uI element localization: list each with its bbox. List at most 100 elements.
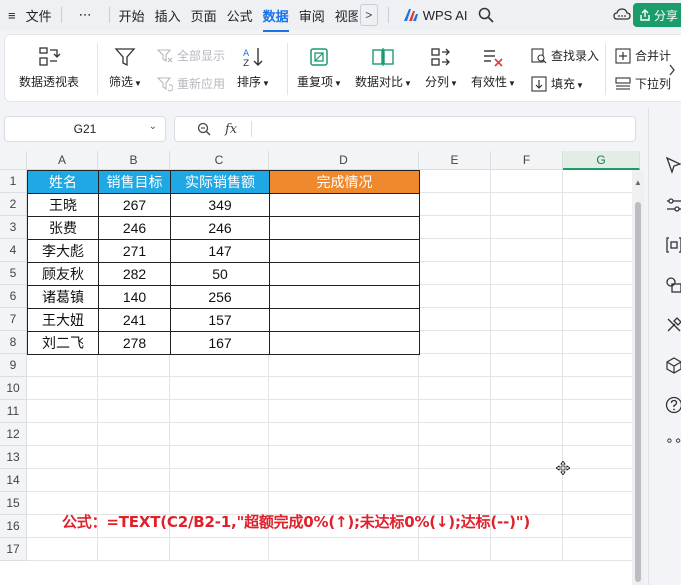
data-cell-D8[interactable] [269, 331, 420, 355]
vertical-scrollbar[interactable]: ▲ [632, 170, 644, 585]
data-cell-C2[interactable]: 349 [170, 193, 270, 217]
cell-D9[interactable] [269, 354, 419, 377]
cell-E10[interactable] [419, 377, 491, 400]
cell-C11[interactable] [170, 400, 269, 423]
cell-G13[interactable] [563, 446, 640, 469]
data-cell-C7[interactable]: 157 [170, 308, 270, 332]
validity-button[interactable]: 有效性▼ [471, 45, 516, 90]
cell-F5[interactable] [491, 262, 563, 285]
cell-C9[interactable] [170, 354, 269, 377]
data-cell-C3[interactable]: 246 [170, 216, 270, 240]
more-options-icon[interactable]: ∘∘ [665, 432, 681, 450]
row-header-14[interactable]: 14 [0, 469, 27, 492]
cell-E17[interactable] [419, 538, 491, 561]
row-header-17[interactable]: 17 [0, 538, 27, 561]
duplicates-button[interactable]: 重复项▼ [297, 45, 342, 90]
cell-C13[interactable] [170, 446, 269, 469]
data-cell-D3[interactable] [269, 216, 420, 240]
data-cell-C4[interactable]: 147 [170, 239, 270, 263]
data-cell-B4[interactable]: 271 [98, 239, 171, 263]
cell-B10[interactable] [98, 377, 170, 400]
cell-D17[interactable] [269, 538, 419, 561]
cell-G14[interactable] [563, 469, 640, 492]
data-cell-A2[interactable]: 王晓 [27, 193, 99, 217]
header-cell-D[interactable]: 完成情况 [269, 170, 420, 194]
file-menu[interactable]: 文件 [21, 6, 57, 25]
row-header-7[interactable]: 7 [0, 308, 27, 331]
formula-bar[interactable]: fx [174, 116, 636, 142]
cell-C12[interactable] [170, 423, 269, 446]
tools-icon[interactable] [665, 316, 681, 334]
cell-D14[interactable] [269, 469, 419, 492]
cell-F6[interactable] [491, 285, 563, 308]
cell-D10[interactable] [269, 377, 419, 400]
cell-A17[interactable] [27, 538, 98, 561]
select-all-corner[interactable] [0, 151, 27, 170]
data-cell-B2[interactable]: 267 [98, 193, 171, 217]
cell-G15[interactable] [563, 492, 640, 515]
data-cell-D5[interactable] [269, 262, 420, 286]
cell-C17[interactable] [170, 538, 269, 561]
cell-G10[interactable] [563, 377, 640, 400]
tab-view[interactable]: 视图 [330, 6, 358, 25]
cell-F14[interactable] [491, 469, 563, 492]
cell-F17[interactable] [491, 538, 563, 561]
cell-G12[interactable] [563, 423, 640, 446]
column-header-C[interactable]: C [170, 151, 269, 170]
cell-F2[interactable] [491, 193, 563, 216]
more-menu[interactable]: ⋯ [74, 7, 97, 23]
pivot-table-button[interactable]: 数据透视表 [19, 45, 79, 90]
tab-page[interactable]: 页面 [186, 6, 222, 25]
cell-F1[interactable] [491, 170, 563, 193]
name-box[interactable]: G21 ⌄ [4, 116, 166, 142]
row-header-12[interactable]: 12 [0, 423, 27, 446]
cell-F8[interactable] [491, 331, 563, 354]
cell-A10[interactable] [27, 377, 98, 400]
find-entry-button[interactable]: 查找录入 [531, 47, 599, 64]
tab-review[interactable]: 审阅 [294, 6, 330, 25]
spreadsheet-grid[interactable]: A B C D E F G 1 2 3 4 5 6 7 8 9 10 11 12 13 14 15 16 17 姓名 销售目标 实际… [0, 151, 640, 585]
select-pointer-icon[interactable] [665, 156, 681, 174]
column-header-E[interactable]: E [419, 151, 491, 170]
cell-G17[interactable] [563, 538, 640, 561]
row-header-13[interactable]: 13 [0, 446, 27, 469]
column-header-B[interactable]: B [98, 151, 170, 170]
cell-F12[interactable] [491, 423, 563, 446]
cell-E6[interactable] [419, 285, 491, 308]
cell-D13[interactable] [269, 446, 419, 469]
dropdown-list-button[interactable]: 下拉列 [615, 75, 671, 92]
row-header-2[interactable]: 2 [0, 193, 27, 216]
data-cell-B3[interactable]: 246 [98, 216, 171, 240]
tab-formula[interactable]: 公式 [222, 6, 258, 25]
data-cell-B8[interactable]: 278 [98, 331, 171, 355]
cell-E5[interactable] [419, 262, 491, 285]
data-compare-button[interactable]: 数据对比▼ [355, 45, 412, 90]
data-cell-C6[interactable]: 256 [170, 285, 270, 309]
search-icon[interactable] [478, 7, 494, 23]
cell-E8[interactable] [419, 331, 491, 354]
cell-F11[interactable] [491, 400, 563, 423]
zoom-search-icon[interactable] [197, 122, 211, 136]
share-button[interactable]: 分享 [633, 3, 681, 27]
cell-B14[interactable] [98, 469, 170, 492]
cell-G9[interactable] [563, 354, 640, 377]
cell-G4[interactable] [563, 239, 640, 262]
cell-B17[interactable] [98, 538, 170, 561]
shapes-icon[interactable] [665, 276, 681, 294]
cell-D12[interactable] [269, 423, 419, 446]
cell-E1[interactable] [419, 170, 491, 193]
cell-G2[interactable] [563, 193, 640, 216]
row-header-5[interactable]: 5 [0, 262, 27, 285]
cell-A11[interactable] [27, 400, 98, 423]
data-cell-A3[interactable]: 张费 [27, 216, 99, 240]
cell-G8[interactable] [563, 331, 640, 354]
data-cell-B6[interactable]: 140 [98, 285, 171, 309]
adjust-sliders-icon[interactable] [665, 196, 681, 214]
row-header-10[interactable]: 10 [0, 377, 27, 400]
row-header-6[interactable]: 6 [0, 285, 27, 308]
column-header-F[interactable]: F [491, 151, 563, 170]
header-cell-C[interactable]: 实际销售额 [170, 170, 270, 194]
cell-A9[interactable] [27, 354, 98, 377]
cell-B13[interactable] [98, 446, 170, 469]
cell-B9[interactable] [98, 354, 170, 377]
